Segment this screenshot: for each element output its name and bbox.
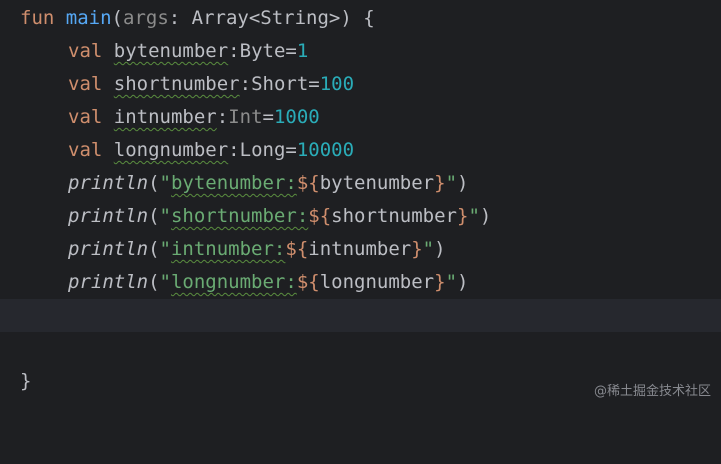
code-line-6[interactable]: println("bytenumber:${bytenumber}") [0, 167, 721, 200]
function-call: println [68, 271, 149, 293]
param-type: Array<String> [191, 7, 341, 29]
keyword-val: val [68, 139, 103, 161]
variable-name: longnumber [113, 139, 229, 161]
variable-name: bytenumber [113, 40, 229, 62]
paren-close: ) [457, 271, 469, 293]
template-close: } [457, 205, 469, 227]
type-name: Short [251, 73, 309, 95]
watermark: @稀土掘金技术社区 [593, 384, 711, 399]
template-open: ${ [285, 238, 309, 260]
quote-open: " [159, 205, 171, 227]
string-literal: shortnumber: [170, 205, 309, 227]
signature-close: ) { [340, 7, 375, 29]
keyword-val: val [68, 73, 103, 95]
assign-operator: = [262, 106, 274, 128]
function-name: main [65, 7, 112, 29]
number-literal: 10000 [296, 139, 355, 161]
template-variable: shortnumber [331, 205, 457, 227]
code-editor[interactable]: fun main(args: Array<String>) { val byte… [0, 0, 721, 405]
function-call: println [68, 172, 149, 194]
paren-open: ( [148, 238, 160, 260]
type-name: Int [228, 106, 263, 128]
string-literal: longnumber: [170, 271, 297, 293]
type-colon: : [228, 139, 240, 161]
assign-operator: = [308, 73, 320, 95]
template-close: } [434, 271, 446, 293]
code-line-4[interactable]: val intnumber:Int=1000 [0, 101, 721, 134]
paren-open: ( [148, 205, 160, 227]
keyword-val: val [68, 106, 103, 128]
number-literal: 1000 [273, 106, 320, 128]
paren-close: ) [434, 238, 446, 260]
variable-name: shortnumber [113, 73, 240, 95]
function-call: println [68, 205, 149, 227]
paren-close: ) [479, 205, 492, 227]
code-line-7[interactable]: println("shortnumber:${shortnumber}") [0, 200, 721, 233]
template-open: ${ [296, 172, 320, 194]
code-line-11[interactable] [0, 332, 721, 365]
type-colon: : [216, 106, 229, 128]
variable-name: intnumber [113, 106, 217, 128]
number-literal: 1 [296, 40, 309, 62]
template-variable: intnumber [308, 238, 412, 260]
keyword-fun: fun [20, 7, 55, 29]
template-close: } [411, 238, 423, 260]
number-literal: 100 [319, 73, 355, 95]
quote-close: " [468, 205, 480, 227]
code-line-10-current[interactable] [0, 299, 721, 332]
code-line-8[interactable]: println("intnumber:${intnumber}") [0, 233, 721, 266]
quote-open: " [159, 271, 171, 293]
quote-close: " [445, 172, 458, 194]
template-open: ${ [296, 271, 320, 293]
quote-open: " [159, 172, 171, 194]
code-line-3[interactable]: val shortnumber:Short=100 [0, 68, 721, 101]
quote-close: " [445, 271, 458, 293]
keyword-val: val [68, 40, 103, 62]
assign-operator: = [285, 40, 297, 62]
param-colon: : [168, 7, 192, 29]
template-variable: longnumber [319, 271, 435, 293]
function-call: println [68, 238, 149, 260]
string-literal: intnumber: [170, 238, 286, 260]
assign-operator: = [285, 139, 297, 161]
param-name: args [123, 7, 169, 29]
template-close: } [434, 172, 446, 194]
code-line-1[interactable]: fun main(args: Array<String>) { [0, 2, 721, 35]
type-colon: : [239, 73, 252, 95]
code-line-2[interactable]: val bytenumber:Byte=1 [0, 35, 721, 68]
quote-open: " [159, 238, 171, 260]
closing-brace: } [20, 370, 32, 392]
paren-close: ) [457, 172, 469, 194]
paren-open: ( [148, 271, 160, 293]
type-colon: : [228, 40, 240, 62]
type-name: Byte [239, 40, 286, 62]
quote-close: " [422, 238, 435, 260]
code-line-9[interactable]: println("longnumber:${longnumber}") [0, 266, 721, 299]
paren-open: ( [111, 7, 123, 29]
template-variable: bytenumber [319, 172, 435, 194]
template-open: ${ [308, 205, 332, 227]
string-literal: bytenumber: [170, 172, 297, 194]
type-name: Long [239, 139, 286, 161]
paren-open: ( [148, 172, 160, 194]
code-line-5[interactable]: val longnumber:Long=10000 [0, 134, 721, 167]
